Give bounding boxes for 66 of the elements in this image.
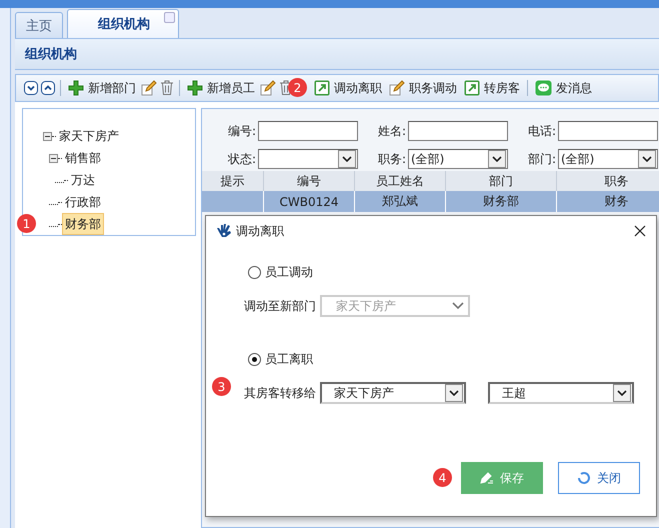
pencil-icon [480, 471, 494, 485]
select-field[interactable]: (全部) [408, 149, 508, 169]
refresh-icon [577, 471, 591, 485]
pencil-icon[interactable] [141, 80, 157, 96]
pencil-icon[interactable] [260, 80, 276, 96]
trash-icon[interactable] [160, 80, 174, 96]
input-field[interactable] [408, 121, 508, 141]
tree-item[interactable]: 万达 [68, 169, 98, 191]
table-cell: CWB0124 [279, 194, 338, 208]
tree-item[interactable]: 家天下房产 [56, 125, 122, 147]
field-label: 其房客转移给 [244, 384, 316, 402]
hand-icon [216, 223, 232, 239]
table-cell: 郑弘斌 [382, 193, 418, 210]
input-field[interactable] [258, 121, 358, 141]
field-label: 姓名: [376, 122, 406, 140]
field-label: 编号: [226, 122, 256, 140]
caret-icon [342, 156, 352, 162]
radio-option[interactable]: 员工离职 [248, 351, 656, 368]
toolbar-button[interactable]: 调动离职 [312, 77, 384, 99]
caret-icon [642, 156, 652, 162]
toolbar-button[interactable]: 新增员工 [185, 77, 257, 99]
trash-icon[interactable] [279, 80, 293, 96]
toolbar-button[interactable]: 职务调动 [387, 77, 459, 99]
dialog-title: 调动离职 [236, 222, 285, 240]
step-badge: 3 [212, 377, 231, 396]
select-field[interactable]: (全部) [558, 149, 658, 169]
tab[interactable]: 主页 [15, 12, 63, 38]
tree-item[interactable]: 财务部 [62, 213, 104, 235]
caret-icon [492, 156, 502, 162]
toolbar-button[interactable]: 转房客 [462, 77, 522, 99]
chevron-down-icon[interactable] [24, 81, 38, 95]
select-field[interactable]: 家天下房产 [320, 382, 466, 404]
arrow-icon [314, 80, 330, 96]
table-cell: 财务部 [483, 193, 519, 210]
tree-item[interactable]: 销售部 [62, 147, 104, 169]
table-row[interactable]: CWB0124 郑弘斌 财务部 财务 [202, 191, 659, 212]
chat-icon [535, 80, 552, 96]
field-label: 状态: [226, 150, 256, 168]
select-field[interactable]: 王超 [488, 382, 634, 404]
field-label: 调动至新部门 [244, 298, 316, 314]
pencil-icon[interactable] [389, 80, 405, 96]
field-label: 电话: [526, 122, 556, 140]
field-label: 部门: [526, 150, 556, 168]
arrow-icon [464, 80, 480, 96]
chevron-up-icon[interactable] [41, 81, 55, 95]
radio-option[interactable]: 员工调动 [248, 264, 656, 281]
toolbar-button[interactable]: 发消息 [533, 77, 594, 99]
panel-title: 组织机构 [15, 39, 659, 70]
step-badge: 2 [288, 78, 307, 97]
step-badge: 1 [17, 214, 36, 233]
caret-icon [449, 390, 459, 396]
close-button[interactable]: 关闭 [558, 462, 640, 494]
input-field[interactable] [558, 121, 658, 141]
table-cell: 财务 [604, 193, 628, 210]
select-field[interactable] [258, 149, 358, 169]
caret-icon [452, 302, 464, 310]
plus-icon [187, 80, 203, 96]
caret-icon [617, 390, 627, 396]
collapse-icon[interactable] [49, 154, 58, 162]
tab[interactable]: 组织机构 [67, 9, 179, 38]
collapse-icon[interactable] [43, 132, 52, 140]
toolbar-button[interactable]: 新增部门 [66, 77, 138, 99]
tree-item[interactable]: 行政部 [62, 191, 104, 213]
field-label: 职务: [376, 150, 406, 168]
plus-icon [68, 80, 84, 96]
step-badge: 4 [433, 468, 452, 487]
